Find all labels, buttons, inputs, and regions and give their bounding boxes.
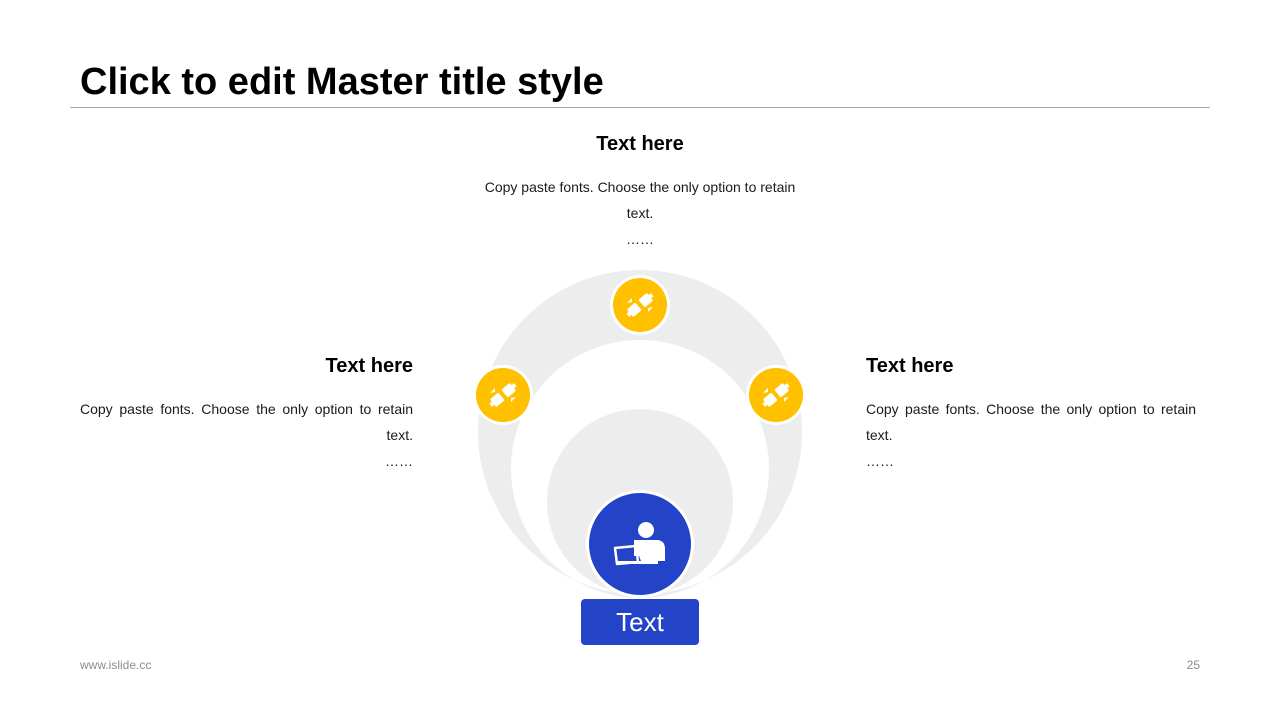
node-left [473,365,533,425]
node-top [610,275,670,335]
node-right [746,365,806,425]
footer-url: www.islide.cc [80,658,152,672]
center-node [586,490,694,598]
center-label-box: Text [581,599,699,645]
page-number: 25 [1186,658,1200,672]
